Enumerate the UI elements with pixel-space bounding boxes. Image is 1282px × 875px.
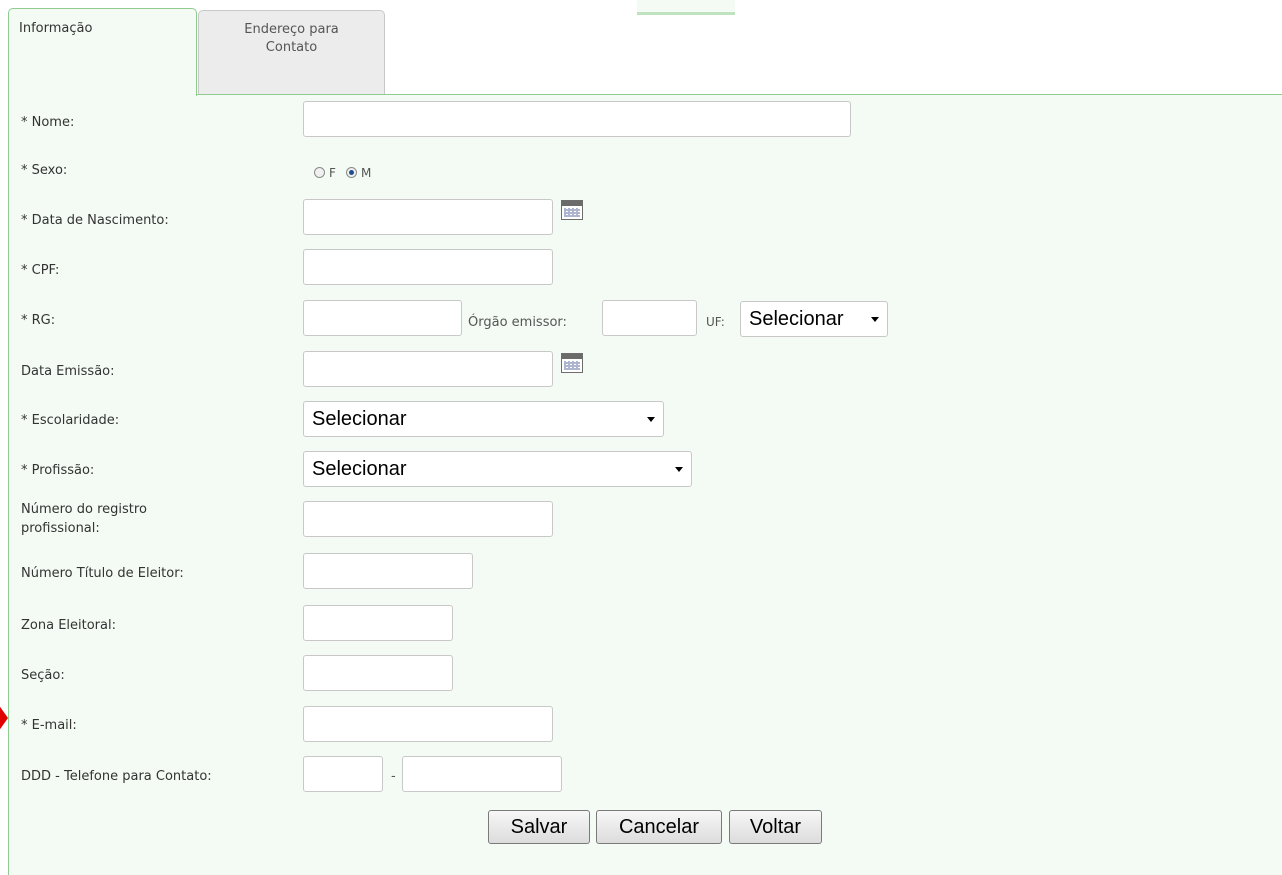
chevron-down-icon bbox=[647, 417, 655, 422]
profissao-label: * Profissão: bbox=[21, 463, 95, 478]
nome-label: * Nome: bbox=[21, 115, 75, 130]
red-arrow-marker bbox=[0, 704, 8, 732]
chevron-down-icon bbox=[871, 317, 879, 322]
calendar-icon[interactable] bbox=[561, 353, 583, 373]
sexo-f-radio[interactable] bbox=[314, 167, 325, 178]
uf-label: UF: bbox=[706, 315, 725, 329]
salvar-button[interactable]: Salvar bbox=[488, 810, 590, 844]
nascimento-input[interactable] bbox=[303, 199, 553, 235]
nascimento-label: * Data de Nascimento: bbox=[21, 213, 169, 228]
sexo-m-label: M bbox=[361, 165, 372, 180]
phone-separator: - bbox=[391, 769, 396, 784]
registro-label: Número do registro profissional: bbox=[21, 502, 147, 536]
cancelar-button[interactable]: Cancelar bbox=[596, 810, 722, 844]
form-panel: * Nome: * Sexo: F M * Data de Nascimento… bbox=[8, 94, 1282, 875]
tab-informacao[interactable]: Informação bbox=[8, 8, 197, 96]
escolaridade-label: * Escolaridade: bbox=[21, 413, 120, 428]
nome-input[interactable] bbox=[303, 101, 851, 137]
rg-label: * RG: bbox=[21, 313, 56, 328]
escolaridade-select[interactable]: Selecionar bbox=[303, 401, 664, 437]
uf-select-value: Selecionar bbox=[749, 308, 844, 330]
escolaridade-select-value: Selecionar bbox=[312, 408, 407, 430]
email-input[interactable] bbox=[303, 706, 553, 742]
data-emissao-input[interactable] bbox=[303, 351, 553, 387]
telefone-input[interactable] bbox=[402, 756, 562, 792]
sexo-m-radio[interactable] bbox=[346, 167, 358, 178]
secao-input[interactable] bbox=[303, 655, 453, 691]
cpf-input[interactable] bbox=[303, 249, 553, 285]
orgao-emissor-label: Órgão emissor: bbox=[468, 315, 567, 330]
zona-eleitoral-input[interactable] bbox=[303, 605, 453, 641]
tab-endereco-contato[interactable]: Endereço para Contato bbox=[198, 10, 385, 94]
zona-eleitoral-label: Zona Eleitoral: bbox=[21, 618, 116, 633]
top-tab-indicator bbox=[637, 0, 735, 15]
voltar-button[interactable]: Voltar bbox=[729, 810, 822, 844]
titulo-eleitor-label: Número Título de Eleitor: bbox=[21, 566, 184, 581]
titulo-eleitor-input[interactable] bbox=[303, 553, 473, 589]
tab-endereco-contato-label: Endereço para Contato bbox=[244, 22, 339, 55]
rg-input[interactable] bbox=[303, 300, 462, 336]
sexo-f-label: F bbox=[329, 165, 336, 180]
data-emissao-label: Data Emissão: bbox=[21, 364, 115, 379]
uf-select[interactable]: Selecionar bbox=[740, 301, 888, 337]
tab-informacao-label: Informação bbox=[19, 21, 93, 36]
chevron-down-icon bbox=[675, 467, 683, 472]
secao-label: Seção: bbox=[21, 668, 65, 683]
calendar-icon[interactable] bbox=[561, 200, 583, 220]
orgao-emissor-input[interactable] bbox=[602, 300, 697, 336]
ddd-input[interactable] bbox=[303, 756, 383, 792]
registro-input[interactable] bbox=[303, 501, 553, 537]
email-label: * E-mail: bbox=[21, 718, 77, 733]
profissao-select-value: Selecionar bbox=[312, 458, 407, 480]
profissao-select[interactable]: Selecionar bbox=[303, 451, 692, 487]
sexo-label: * Sexo: bbox=[21, 163, 68, 178]
sexo-radio-group: F M bbox=[314, 165, 377, 180]
telefone-label: DDD - Telefone para Contato: bbox=[21, 769, 212, 784]
cpf-label: * CPF: bbox=[21, 263, 60, 278]
